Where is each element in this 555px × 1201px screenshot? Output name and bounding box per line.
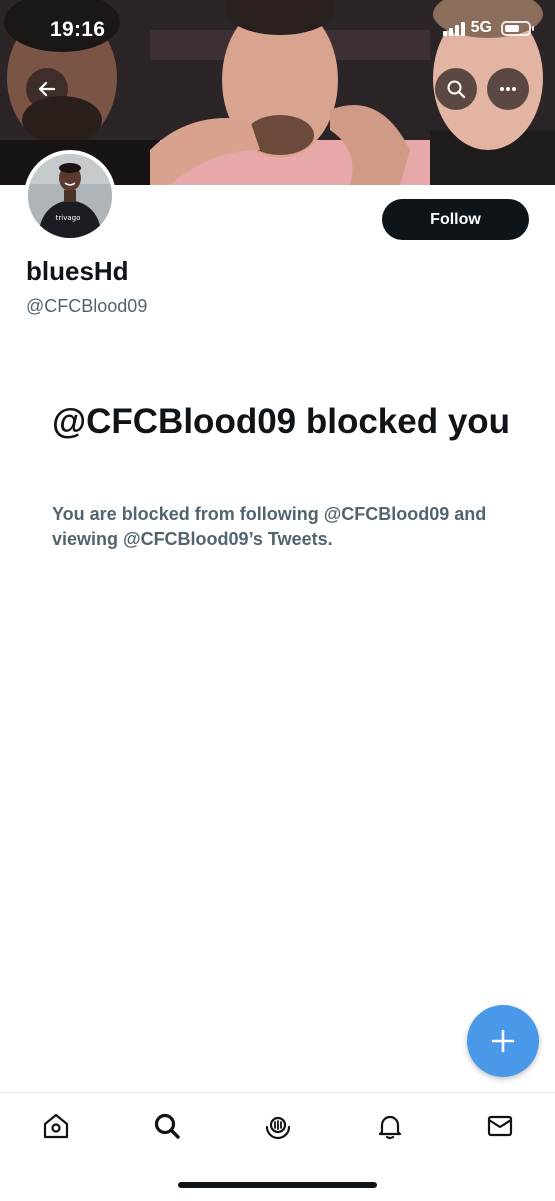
arrow-left-icon [38,81,56,97]
profile-search-button[interactable] [435,68,477,110]
avatar[interactable]: trivago [24,150,116,242]
nav-spaces[interactable] [258,1108,298,1144]
status-time: 19:16 [50,18,106,41]
home-icon [43,1113,69,1139]
bell-icon [378,1115,402,1140]
network-label: 5G [470,19,492,36]
mail-icon [487,1115,513,1137]
home-indicator[interactable] [178,1182,377,1188]
profile-handle: @CFCBlood09 [26,296,148,316]
blocked-title: @CFCBlood09 blocked you [52,402,511,441]
blocked-description: You are blocked from following @CFCBlood… [52,504,487,549]
follow-button[interactable]: Follow [382,199,529,240]
more-button[interactable] [487,68,529,110]
nav-home[interactable] [36,1108,76,1144]
battery-icon [501,20,534,36]
nav-notifications[interactable] [370,1108,410,1144]
search-icon [154,1113,180,1139]
search-icon [447,80,466,99]
signal-icon [442,20,465,36]
plus-icon [491,1029,515,1053]
status-indicators: 5G [442,19,534,37]
compose-tweet-button[interactable] [467,1005,539,1077]
avatar-photo: trivago [28,154,112,238]
avatar-shirt-text: trivago [56,214,81,222]
nav-search[interactable] [147,1108,187,1144]
more-icon [500,87,516,91]
spaces-icon [265,1116,291,1140]
back-button[interactable] [26,68,68,110]
display-name: bluesHd [26,256,129,286]
nav-messages[interactable] [480,1108,520,1144]
